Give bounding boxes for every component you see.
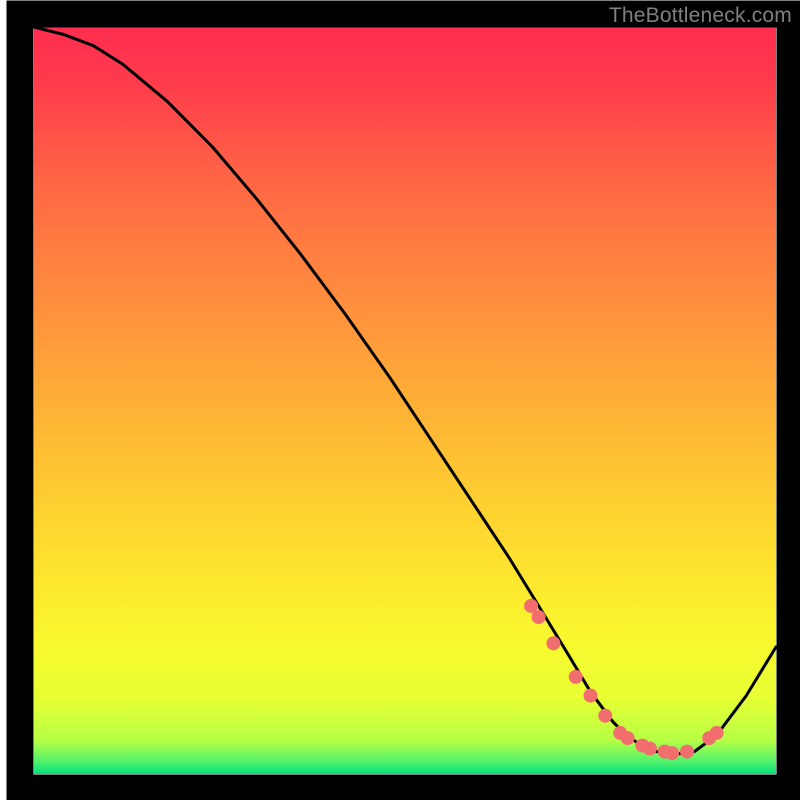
marker-dot — [665, 746, 679, 760]
chart-frame: TheBottleneck.com — [0, 0, 800, 800]
marker-dot — [643, 742, 657, 756]
marker-dot — [546, 636, 560, 650]
marker-dot — [569, 670, 583, 684]
marker-dot — [710, 726, 724, 740]
marker-dot — [621, 731, 635, 745]
watermark-text: TheBottleneck.com — [609, 4, 792, 28]
marker-dot — [680, 745, 694, 759]
chart-svg — [0, 0, 800, 800]
marker-dot — [532, 610, 546, 624]
marker-dot — [584, 689, 598, 703]
marker-dot — [598, 709, 612, 723]
